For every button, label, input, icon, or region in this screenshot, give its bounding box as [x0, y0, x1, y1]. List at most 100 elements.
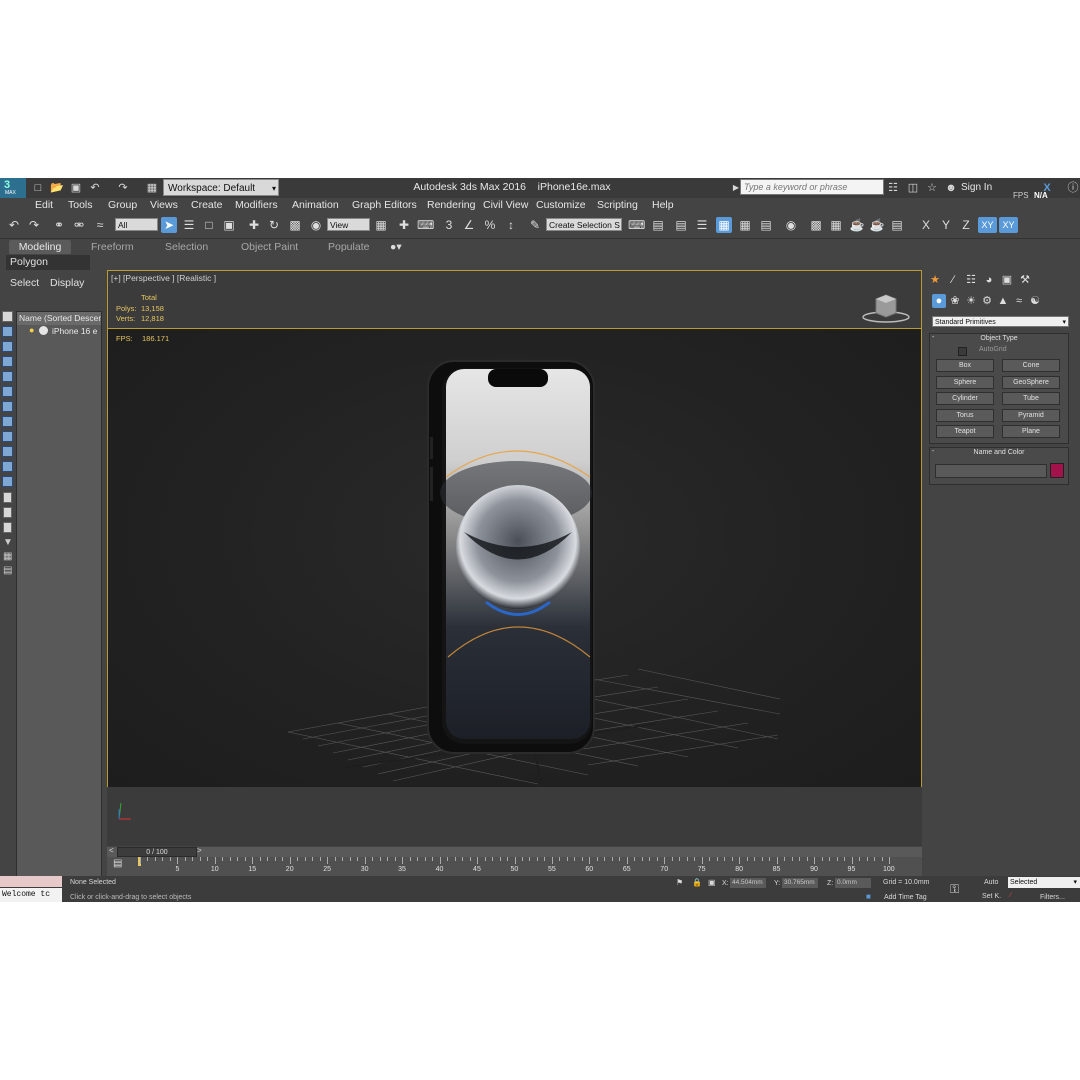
layers-icon[interactable]: ▤ — [3, 565, 12, 576]
curve-editor-icon[interactable]: ▦ — [737, 217, 753, 233]
teapot-button[interactable]: Teapot — [936, 425, 994, 438]
autogrid-checkbox[interactable] — [958, 347, 967, 356]
percent-snap-icon[interactable]: % — [482, 217, 498, 233]
material-editor-icon[interactable]: ◉ — [783, 217, 799, 233]
user-icon[interactable]: ☻ — [944, 181, 958, 195]
place-icon[interactable]: ◉ — [308, 217, 324, 233]
select-by-name-icon[interactable]: ☰ — [181, 217, 197, 233]
open-file-icon[interactable]: 📂 — [50, 181, 64, 195]
time-next-icon[interactable]: > — [197, 846, 202, 855]
add-time-tag[interactable]: Add Time Tag — [884, 894, 927, 901]
filter-geometry-icon[interactable] — [2, 311, 13, 322]
rotate-icon[interactable]: ↻ — [266, 217, 282, 233]
track-bar[interactable]: ▤ 5 10 15 20 25 30 35 40 45 50 55 60 65 70 75 80 85 90 95 1… — [107, 857, 922, 876]
named-selection-dropdown[interactable]: Create Selection S — [546, 218, 622, 231]
render-online-icon[interactable]: ▤ — [889, 217, 905, 233]
favorites-icon[interactable]: ☆ — [925, 181, 939, 195]
viewport-label[interactable]: [+] [Perspective ] [Realistic ] — [111, 273, 216, 283]
mirror-icon[interactable]: ⌨ — [628, 217, 645, 233]
pivot-center-icon[interactable]: ▦ — [373, 217, 389, 233]
x-coordinate-field[interactable]: 44.504mm — [730, 878, 766, 888]
filter-lights-icon[interactable] — [2, 341, 13, 352]
object-color-swatch[interactable] — [1050, 463, 1064, 478]
menu-views[interactable]: Views — [150, 199, 178, 212]
spinner-snap-icon[interactable]: ↕ — [503, 217, 519, 233]
schematic-view-icon[interactable]: ▤ — [758, 217, 774, 233]
snaps-toggle-icon[interactable]: 3 — [441, 217, 457, 233]
filter-groups-icon[interactable] — [2, 401, 13, 412]
toggle-ribbon-icon[interactable]: ☰ — [694, 217, 710, 233]
unlink-icon[interactable]: ⚮ — [71, 217, 87, 233]
light-bulb-icon[interactable]: ● — [29, 325, 34, 335]
tab-freeform[interactable]: Freeform — [91, 240, 134, 254]
tab-populate[interactable]: Populate — [328, 240, 369, 254]
menu-civil-view[interactable]: Civil View — [483, 199, 528, 212]
tab-object-paint[interactable]: Object Paint — [241, 240, 298, 254]
spacewarps-category-icon[interactable]: ≈ — [1012, 294, 1026, 308]
polygon-modeling-panel[interactable]: Polygon Modeling — [6, 255, 90, 283]
box-button[interactable]: Box — [936, 359, 994, 372]
menu-group[interactable]: Group — [108, 199, 137, 212]
primitive-type-dropdown[interactable]: Standard Primitives ▾ — [932, 316, 1069, 327]
select-manipulate-icon[interactable]: ✚ — [396, 217, 412, 233]
time-slider-thumb[interactable]: 0 / 100 — [117, 847, 197, 857]
undo-icon[interactable]: ↶ — [6, 217, 22, 233]
hierarchy-panel-icon[interactable]: ☷ — [964, 273, 978, 287]
sphere-button[interactable]: Sphere — [936, 376, 994, 389]
subscription-icon[interactable]: ◫ — [906, 181, 920, 195]
window-crossing-icon[interactable]: ▣ — [221, 217, 237, 233]
viewcube-icon[interactable] — [860, 291, 912, 323]
select-and-link-icon[interactable]: ⚭ — [51, 217, 67, 233]
filter-spacewarps-icon[interactable] — [2, 386, 13, 397]
auto-key-button[interactable]: Auto — [984, 879, 998, 886]
edit-named-sel-icon[interactable]: ✎ — [527, 217, 543, 233]
rendered-frame-icon[interactable]: ▦ — [828, 217, 844, 233]
object-type-title[interactable]: Object Type — [930, 334, 1068, 343]
display-none-icon[interactable] — [3, 507, 12, 518]
scale-icon[interactable]: ▩ — [287, 217, 303, 233]
helpers-category-icon[interactable]: ▲ — [996, 294, 1010, 308]
undo-icon[interactable]: ↶ — [88, 181, 102, 195]
geosphere-button[interactable]: GeoSphere — [1002, 376, 1060, 389]
time-slider[interactable]: < 0 / 100 > — [107, 846, 922, 857]
maxscript-output[interactable]: Welcome tc — [0, 888, 62, 902]
display-invert-icon[interactable] — [3, 522, 12, 533]
display-panel-icon[interactable]: ▣ — [1000, 273, 1014, 287]
ribbon-options-icon[interactable]: ●▾ — [390, 240, 402, 254]
geometry-category-icon[interactable]: ● — [932, 294, 946, 308]
create-panel-icon[interactable]: ★ — [928, 273, 942, 287]
selection-filter-dropdown[interactable]: All — [115, 218, 158, 231]
axis-x-button[interactable]: X — [918, 217, 934, 233]
reference-coordinate-dropdown[interactable]: View — [327, 218, 370, 231]
add-time-tag-icon[interactable]: ■ — [866, 892, 871, 901]
explorer-tab-display[interactable]: Display — [50, 277, 84, 289]
filter-hidden-icon[interactable] — [2, 476, 13, 487]
menu-help[interactable]: Help — [652, 199, 674, 212]
cameras-category-icon[interactable]: ⚙ — [980, 294, 994, 308]
plane-button[interactable]: Plane — [1002, 425, 1060, 438]
filters-button[interactable]: Filters... — [1040, 894, 1065, 901]
render-production-icon[interactable]: ☕ — [849, 217, 865, 233]
key-icon[interactable]: ∕ — [1010, 892, 1011, 899]
tube-button[interactable]: Tube — [1002, 392, 1060, 405]
menu-edit[interactable]: Edit — [35, 199, 53, 212]
display-all-icon[interactable] — [3, 492, 12, 503]
keyboard-shortcut-icon[interactable]: ⌨ — [417, 217, 434, 233]
set-key-button[interactable]: Set K. — [982, 893, 1001, 900]
maxscript-listener-mini[interactable] — [0, 876, 62, 887]
filter-xrefs-icon[interactable] — [2, 416, 13, 427]
bind-space-warp-icon[interactable]: ≈ — [92, 217, 108, 233]
menu-tools[interactable]: Tools — [68, 199, 93, 212]
tab-selection[interactable]: Selection — [165, 240, 208, 254]
z-coordinate-field[interactable]: 0.0mm — [835, 878, 871, 888]
new-file-icon[interactable]: □ — [31, 181, 45, 195]
isolate-icon[interactable]: ⚑ — [676, 878, 683, 887]
y-coordinate-field[interactable]: 30.765mm — [782, 878, 818, 888]
menu-graph-editors[interactable]: Graph Editors — [352, 199, 417, 212]
scene-explorer-icon[interactable]: ▦ — [716, 217, 732, 233]
axis-xy-cycle-button[interactable]: XY — [999, 217, 1018, 233]
project-folder-icon[interactable]: ▦ — [145, 181, 159, 195]
list-item[interactable]: ● iPhone 16 e — [17, 325, 101, 338]
pyramid-button[interactable]: Pyramid — [1002, 409, 1060, 422]
name-and-color-title[interactable]: Name and Color — [930, 448, 1068, 457]
